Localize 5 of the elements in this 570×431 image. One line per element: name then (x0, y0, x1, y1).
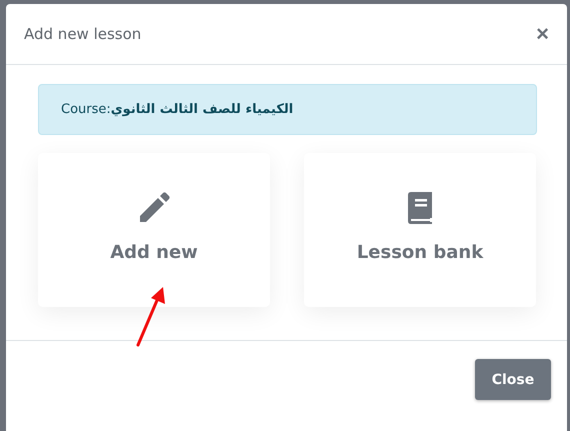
option-card[interactable]: Lesson bank (304, 153, 536, 307)
dialog-title: Add new lesson (24, 25, 142, 43)
close-button[interactable]: Close (475, 359, 551, 400)
annotation-arrow (136, 287, 165, 346)
option-card[interactable]: Add new (38, 153, 270, 307)
